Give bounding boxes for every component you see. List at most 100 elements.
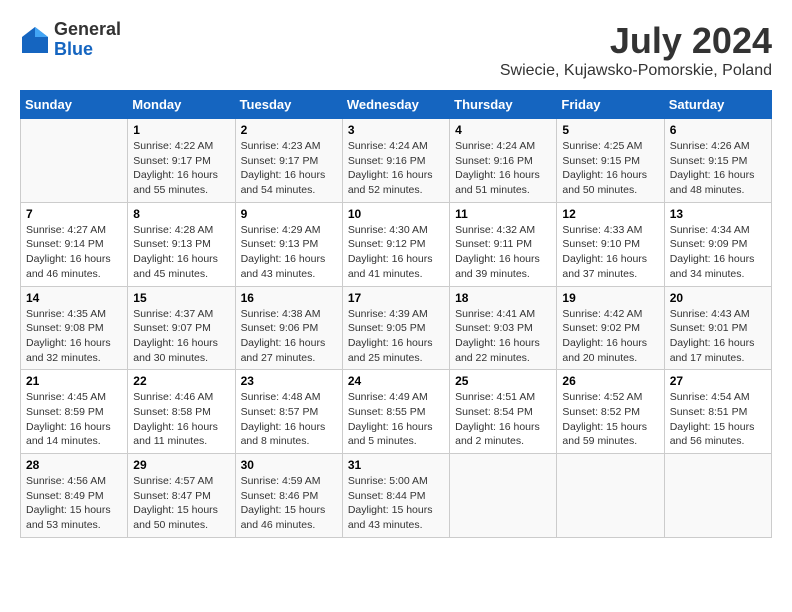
day-info: Sunrise: 4:52 AM Sunset: 8:52 PM Dayligh…: [562, 390, 658, 449]
day-number: 9: [241, 207, 337, 221]
day-number: 23: [241, 374, 337, 388]
header-cell-monday: Monday: [128, 91, 235, 119]
day-number: 11: [455, 207, 551, 221]
day-info: Sunrise: 4:42 AM Sunset: 9:02 PM Dayligh…: [562, 307, 658, 366]
day-cell: 5Sunrise: 4:25 AM Sunset: 9:15 PM Daylig…: [557, 119, 664, 203]
day-info: Sunrise: 5:00 AM Sunset: 8:44 PM Dayligh…: [348, 474, 444, 533]
day-number: 10: [348, 207, 444, 221]
day-cell: 14 Sunrise: 4:35 AM Sunset: 9:08 PM Dayli…: [21, 286, 128, 370]
header-row: SundayMondayTuesdayWednesdayThursdayFrid…: [21, 91, 772, 119]
day-cell: 15 Sunrise: 4:37 AM Sunset: 9:07 PM Dayli…: [128, 286, 235, 370]
day-info: Sunrise: 4:22 AM Sunset: 9:17 PM Dayligh…: [133, 139, 229, 198]
week-row-3: 14 Sunrise: 4:35 AM Sunset: 9:08 PM Dayli…: [21, 286, 772, 370]
week-row-4: 21 Sunrise: 4:45 AM Sunset: 8:59 PM Dayli…: [21, 370, 772, 454]
day-number: 21: [26, 374, 122, 388]
day-number: 22: [133, 374, 229, 388]
header-cell-sunday: Sunday: [21, 91, 128, 119]
week-row-1: 1 Sunrise: 4:22 AM Sunset: 9:17 PM Daylig…: [21, 119, 772, 203]
day-number: 7: [26, 207, 122, 221]
day-cell: 11 Sunrise: 4:32 AM Sunset: 9:11 PM Dayli…: [450, 202, 557, 286]
day-number: 18: [455, 291, 551, 305]
title-area: July 2024 Swiecie, Kujawsko-Pomorskie, P…: [500, 20, 772, 80]
day-info: Sunrise: 4:38 AM Sunset: 9:06 PM Dayligh…: [241, 307, 337, 366]
day-cell: 12Sunrise: 4:33 AM Sunset: 9:10 PM Dayli…: [557, 202, 664, 286]
day-cell: 17 Sunrise: 4:39 AM Sunset: 9:05 PM Dayli…: [342, 286, 449, 370]
day-cell: 28 Sunrise: 4:56 AM Sunset: 8:49 PM Dayli…: [21, 454, 128, 538]
day-cell: 8Sunrise: 4:28 AM Sunset: 9:13 PM Daylig…: [128, 202, 235, 286]
day-cell: 21 Sunrise: 4:45 AM Sunset: 8:59 PM Dayli…: [21, 370, 128, 454]
day-info: Sunrise: 4:30 AM Sunset: 9:12 PM Dayligh…: [348, 223, 444, 282]
day-info: Sunrise: 4:48 AM Sunset: 8:57 PM Dayligh…: [241, 390, 337, 449]
day-info: Sunrise: 4:57 AM Sunset: 8:47 PM Dayligh…: [133, 474, 229, 533]
day-info: Sunrise: 4:56 AM Sunset: 8:49 PM Dayligh…: [26, 474, 122, 533]
calendar-header: SundayMondayTuesdayWednesdayThursdayFrid…: [21, 91, 772, 119]
day-info: Sunrise: 4:37 AM Sunset: 9:07 PM Dayligh…: [133, 307, 229, 366]
day-info: Sunrise: 4:46 AM Sunset: 8:58 PM Dayligh…: [133, 390, 229, 449]
logo-blue: Blue: [54, 40, 121, 60]
day-number: 25: [455, 374, 551, 388]
logo: General Blue: [20, 20, 121, 60]
day-info: Sunrise: 4:28 AM Sunset: 9:13 PM Dayligh…: [133, 223, 229, 282]
day-cell: 13Sunrise: 4:34 AM Sunset: 9:09 PM Dayli…: [664, 202, 771, 286]
day-number: 14: [26, 291, 122, 305]
header: General Blue July 2024 Swiecie, Kujawsko…: [20, 20, 772, 80]
day-cell: 22 Sunrise: 4:46 AM Sunset: 8:58 PM Dayli…: [128, 370, 235, 454]
day-cell: 2Sunrise: 4:23 AM Sunset: 9:17 PM Daylig…: [235, 119, 342, 203]
day-number: 28: [26, 458, 122, 472]
day-info: Sunrise: 4:26 AM Sunset: 9:15 PM Dayligh…: [670, 139, 766, 198]
day-cell: 23 Sunrise: 4:48 AM Sunset: 8:57 PM Dayli…: [235, 370, 342, 454]
day-cell: 1 Sunrise: 4:22 AM Sunset: 9:17 PM Daylig…: [128, 119, 235, 203]
day-number: 30: [241, 458, 337, 472]
day-number: 27: [670, 374, 766, 388]
day-cell: [21, 119, 128, 203]
day-number: 17: [348, 291, 444, 305]
day-info: Sunrise: 4:41 AM Sunset: 9:03 PM Dayligh…: [455, 307, 551, 366]
day-cell: 18 Sunrise: 4:41 AM Sunset: 9:03 PM Dayli…: [450, 286, 557, 370]
day-number: 31: [348, 458, 444, 472]
subtitle: Swiecie, Kujawsko-Pomorskie, Poland: [500, 62, 772, 80]
day-cell: 20 Sunrise: 4:43 AM Sunset: 9:01 PM Dayli…: [664, 286, 771, 370]
day-cell: 6Sunrise: 4:26 AM Sunset: 9:15 PM Daylig…: [664, 119, 771, 203]
day-info: Sunrise: 4:49 AM Sunset: 8:55 PM Dayligh…: [348, 390, 444, 449]
day-number: 29: [133, 458, 229, 472]
day-number: 15: [133, 291, 229, 305]
day-cell: [450, 454, 557, 538]
day-info: Sunrise: 4:35 AM Sunset: 9:08 PM Dayligh…: [26, 307, 122, 366]
header-cell-saturday: Saturday: [664, 91, 771, 119]
day-number: 4: [455, 123, 551, 137]
day-cell: 29 Sunrise: 4:57 AM Sunset: 8:47 PM Dayli…: [128, 454, 235, 538]
day-number: 20: [670, 291, 766, 305]
day-info: Sunrise: 4:45 AM Sunset: 8:59 PM Dayligh…: [26, 390, 122, 449]
day-info: Sunrise: 4:59 AM Sunset: 8:46 PM Dayligh…: [241, 474, 337, 533]
header-cell-thursday: Thursday: [450, 91, 557, 119]
calendar-table: SundayMondayTuesdayWednesdayThursdayFrid…: [20, 90, 772, 538]
day-cell: 9Sunrise: 4:29 AM Sunset: 9:13 PM Daylig…: [235, 202, 342, 286]
day-info: Sunrise: 4:54 AM Sunset: 8:51 PM Dayligh…: [670, 390, 766, 449]
day-info: Sunrise: 4:51 AM Sunset: 8:54 PM Dayligh…: [455, 390, 551, 449]
day-number: 1: [133, 123, 229, 137]
day-number: 13: [670, 207, 766, 221]
day-number: 16: [241, 291, 337, 305]
day-cell: 4 Sunrise: 4:24 AM Sunset: 9:16 PM Daylig…: [450, 119, 557, 203]
day-cell: 31 Sunrise: 5:00 AM Sunset: 8:44 PM Dayli…: [342, 454, 449, 538]
day-number: 26: [562, 374, 658, 388]
day-number: 5: [562, 123, 658, 137]
day-cell: 30 Sunrise: 4:59 AM Sunset: 8:46 PM Dayli…: [235, 454, 342, 538]
day-number: 24: [348, 374, 444, 388]
day-cell: 19 Sunrise: 4:42 AM Sunset: 9:02 PM Dayli…: [557, 286, 664, 370]
day-info: Sunrise: 4:39 AM Sunset: 9:05 PM Dayligh…: [348, 307, 444, 366]
day-cell: 7Sunrise: 4:27 AM Sunset: 9:14 PM Daylig…: [21, 202, 128, 286]
day-number: 12: [562, 207, 658, 221]
day-number: 19: [562, 291, 658, 305]
logo-text: General Blue: [54, 20, 121, 60]
day-cell: 16 Sunrise: 4:38 AM Sunset: 9:06 PM Dayli…: [235, 286, 342, 370]
day-info: Sunrise: 4:24 AM Sunset: 9:16 PM Dayligh…: [348, 139, 444, 198]
day-info: Sunrise: 4:32 AM Sunset: 9:11 PM Dayligh…: [455, 223, 551, 282]
calendar-body: 1 Sunrise: 4:22 AM Sunset: 9:17 PM Daylig…: [21, 119, 772, 538]
day-cell: 24 Sunrise: 4:49 AM Sunset: 8:55 PM Dayli…: [342, 370, 449, 454]
day-cell: [664, 454, 771, 538]
day-info: Sunrise: 4:43 AM Sunset: 9:01 PM Dayligh…: [670, 307, 766, 366]
day-info: Sunrise: 4:24 AM Sunset: 9:16 PM Dayligh…: [455, 139, 551, 198]
logo-general: General: [54, 20, 121, 40]
logo-icon: [20, 25, 50, 55]
